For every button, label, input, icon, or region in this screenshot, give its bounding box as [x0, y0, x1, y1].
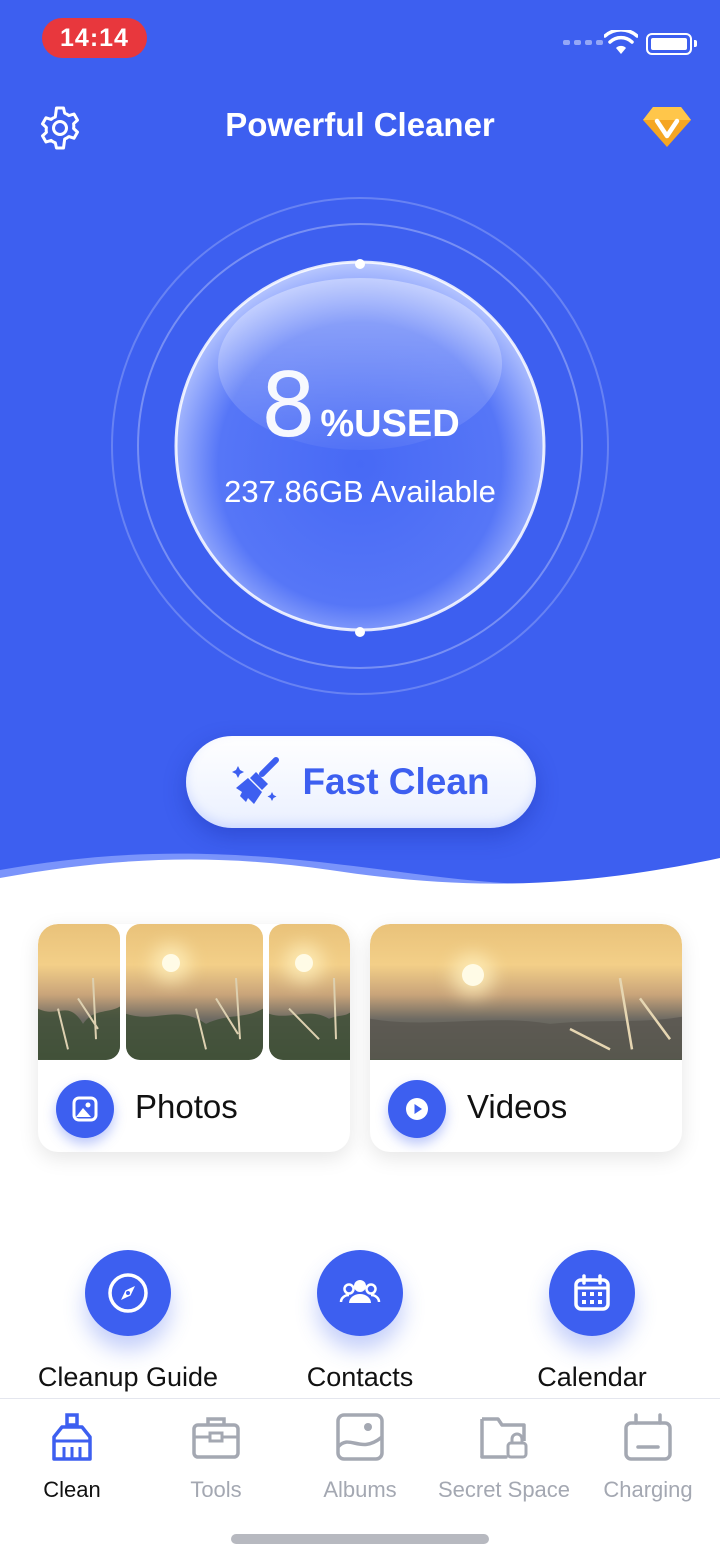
used-percent-value: 8 — [260, 354, 316, 457]
battery-status-icon — [646, 33, 697, 55]
photo-icon — [56, 1080, 114, 1138]
contacts-icon — [339, 1280, 381, 1303]
status-time: 14:14 — [42, 18, 147, 58]
vip-diamond-icon — [643, 107, 691, 147]
vip-button[interactable] — [641, 103, 693, 151]
fast-clean-label: Fast Clean — [302, 761, 490, 802]
tab-secret-space-label: Secret Space — [437, 1477, 571, 1502]
cellular-signal-icon — [563, 40, 603, 45]
used-percent-label: %USED — [320, 403, 460, 445]
photos-label: Photos — [135, 1088, 238, 1125]
calendar-icon — [574, 1274, 610, 1311]
cleanup-guide-label: Cleanup Guide — [37, 1362, 219, 1392]
calendar-button[interactable]: Calendar — [492, 1250, 692, 1393]
photo-thumbnail — [126, 924, 263, 1060]
tab-albums[interactable]: Albums — [288, 1409, 432, 1503]
video-thumbnail — [370, 924, 682, 1060]
contacts-label: Contacts — [306, 1362, 414, 1392]
tab-charging-label: Charging — [603, 1477, 693, 1502]
gear-icon — [41, 106, 79, 150]
fast-clean-button[interactable]: Fast Clean — [186, 736, 536, 828]
used-percentage: 8 %USED — [0, 362, 720, 450]
contacts-button[interactable]: Contacts — [260, 1250, 460, 1393]
available-storage: 237.86GB Available — [224, 474, 496, 509]
tab-clean[interactable]: Clean — [0, 1409, 144, 1503]
calendar-label: Calendar — [537, 1362, 647, 1392]
videos-label: Videos — [467, 1088, 568, 1125]
lock-folder-icon — [480, 1417, 528, 1459]
tab-tools-label: Tools — [190, 1477, 242, 1502]
app-title: Powerful Cleaner — [225, 106, 495, 143]
photos-card[interactable]: Photos — [38, 924, 350, 1152]
tab-clean-label: Clean — [43, 1477, 101, 1502]
wave-divider — [0, 853, 720, 900]
compass-icon — [108, 1273, 148, 1313]
cleanup-guide-button[interactable]: Cleanup Guide — [28, 1250, 228, 1393]
broom-tab-icon — [52, 1413, 92, 1461]
tab-albums-label: Albums — [323, 1477, 397, 1502]
settings-button[interactable] — [36, 104, 84, 152]
videos-card[interactable]: Videos — [370, 924, 682, 1152]
tab-charging[interactable]: Charging — [576, 1409, 720, 1503]
album-icon — [336, 1413, 384, 1461]
play-icon — [388, 1080, 446, 1138]
tab-secret-space[interactable]: Secret Space — [432, 1409, 576, 1503]
broom-icon — [232, 757, 280, 804]
photo-thumbnail — [38, 924, 120, 1060]
battery-icon — [624, 1413, 672, 1461]
photo-thumbnail — [269, 924, 350, 1060]
home-indicator[interactable] — [231, 1534, 489, 1544]
toolbox-icon — [192, 1417, 240, 1459]
tab-tools[interactable]: Tools — [144, 1409, 288, 1503]
wifi-icon — [604, 30, 638, 54]
